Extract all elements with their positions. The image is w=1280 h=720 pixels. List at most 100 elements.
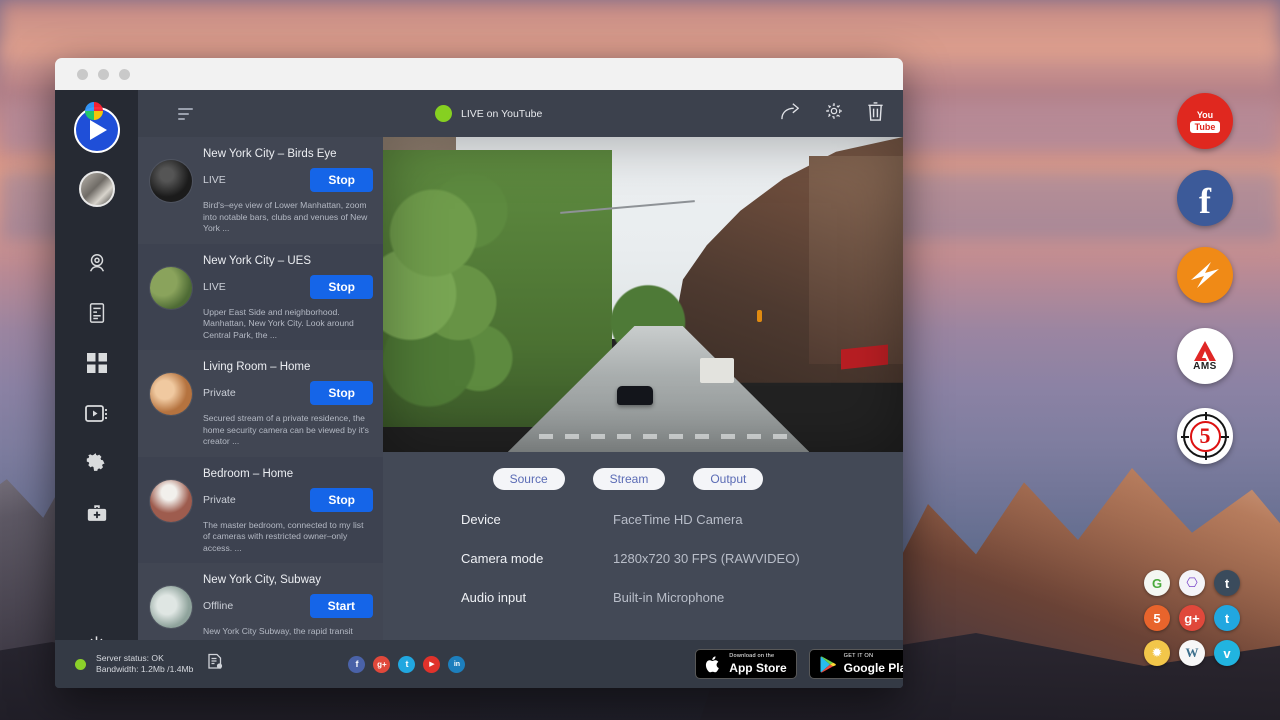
server-status-dot [75,659,86,670]
camera-status: LIVE [203,281,226,293]
facebook-icon[interactable]: f [1177,170,1233,226]
channel-five-icon[interactable]: 5 [1177,408,1233,464]
youtube-bottom-text: Tube [1190,121,1221,133]
youtube-icon[interactable]: You Tube [1177,93,1233,149]
sidebar-item-logs[interactable] [83,299,111,327]
app-google-plus-icon[interactable]: g+ [1179,605,1205,631]
minimize-button[interactable] [98,69,109,80]
sort-icon[interactable] [178,108,193,120]
social-links: f g+ t ▶ in [348,656,465,673]
log-document-icon[interactable] [207,653,223,675]
app-vimeo-icon[interactable]: v [1214,640,1240,666]
app-wordpress-icon[interactable]: W [1179,640,1205,666]
sidebar-item-tools[interactable] [83,499,111,527]
app-g-icon[interactable]: G [1144,570,1170,596]
twitter-link-icon[interactable]: t [398,656,415,673]
linkedin-link-icon[interactable]: in [448,656,465,673]
app-wordpress-glyph: W [1186,645,1199,661]
desktop-dock-small: G ⎔ t 5 g+ t ✹ W v [1130,560,1280,670]
camera-description: Upper East Side and neighborhood. Manhat… [203,307,373,342]
window-body: New York City – Birds Eye LIVE Stop Bird… [55,90,903,688]
facebook-glyph: f [1199,183,1211,219]
video-preview[interactable] [383,137,903,452]
info-value[interactable]: Built-in Microphone [613,590,724,605]
window-titlebar[interactable] [55,58,903,90]
youtube-glyph: ▶ [429,660,434,668]
adobe-ams-icon[interactable]: AMS [1177,328,1233,384]
status-bar: Server status: OK Bandwidth: 1.2Mb /1.4M… [55,640,903,688]
camera-title: New York City – UES [203,255,373,267]
trash-icon[interactable] [866,101,885,127]
document-icon [87,302,107,324]
info-value[interactable]: 1280x720 30 FPS (RAWVIDEO) [613,551,800,566]
linkedin-glyph: in [454,661,460,668]
app-store-badge[interactable]: Download on the App Store [695,649,796,679]
share-glyph [780,101,802,121]
youtube-link-icon[interactable]: ▶ [423,656,440,673]
camera-list[interactable]: New York City – Birds Eye LIVE Stop Bird… [138,137,383,688]
share-icon[interactable] [780,101,802,126]
list-item[interactable]: New York City – UES LIVE Stop Upper East… [138,244,383,351]
sidebar-item-settings[interactable] [83,449,111,477]
camera-action-button[interactable]: Stop [310,381,373,405]
info-label: Audio input [461,590,613,605]
youtube-top-text: You [1197,110,1213,120]
sidebar-item-playback[interactable] [83,399,111,427]
tab-output[interactable]: Output [693,468,763,490]
camera-thumbnail [150,586,192,628]
google-play-badge[interactable]: GET IT ON Google Play [809,649,903,679]
app-twitter-icon[interactable]: t [1214,605,1240,631]
app-logo-play-icon[interactable] [74,107,120,153]
camera-title: New York City, Subway [203,574,373,586]
app-twitter-glyph: t [1225,611,1229,626]
list-item[interactable]: Bedroom – Home Private Stop The master b… [138,457,383,564]
sidebar-item-cameras[interactable] [83,249,111,277]
channel-five-glyph: 5 [1200,423,1211,449]
app-tumblr-icon[interactable]: t [1214,570,1240,596]
live-status: LIVE on YouTube [435,105,542,122]
maximize-button[interactable] [119,69,130,80]
server-status: Server status: OK Bandwidth: 1.2Mb /1.4M… [75,653,223,675]
app-flare-icon[interactable]: ✹ [1144,640,1170,666]
camera-action-button[interactable]: Stop [310,488,373,512]
camera-description: The master bedroom, connected to my list… [203,520,373,555]
camera-thumbnail [150,160,192,202]
camera-action-button[interactable]: Start [310,594,373,618]
google-play-large-label: Google Play [844,662,903,674]
camera-thumbnail [150,267,192,309]
twitter-glyph: t [405,659,408,669]
user-avatar[interactable] [79,171,115,207]
app-twitch-icon[interactable]: ⎔ [1179,570,1205,596]
tab-stream[interactable]: Stream [593,468,666,490]
tab-source[interactable]: Source [493,468,565,490]
app-5-icon[interactable]: 5 [1144,605,1170,631]
wowza-icon[interactable] [1177,247,1233,303]
list-item[interactable]: Living Room – Home Private Stop Secured … [138,350,383,457]
info-value[interactable]: FaceTime HD Camera [613,512,743,527]
toolbox-icon [86,504,108,523]
trash-glyph [866,101,885,122]
facebook-link-icon[interactable]: f [348,656,365,673]
camera-thumbnail [150,480,192,522]
main-panel: LIVE on YouTube [383,90,903,688]
apple-icon [705,655,722,674]
camera-action-button[interactable]: Stop [310,168,373,192]
log-doc-glyph [207,653,223,670]
google-plus-link-icon[interactable]: g+ [373,656,390,673]
settings-tabs: Source Stream Output [383,452,873,490]
close-button[interactable] [77,69,88,80]
adobe-ams-label: AMS [1193,362,1217,372]
info-label: Camera mode [461,551,613,566]
info-row: Device FaceTime HD Camera [461,512,903,527]
list-item[interactable]: New York City – Birds Eye LIVE Stop Bird… [138,137,383,244]
app-store-badges: Download on the App Store GET IT ON Goog… [695,649,903,679]
google-play-small-label: GET IT ON [844,654,903,660]
camera-action-button[interactable]: Stop [310,275,373,299]
video-player-icon [85,404,109,423]
camera-status: Offline [203,600,233,612]
app-window: New York City – Birds Eye LIVE Stop Bird… [55,58,903,688]
sidebar-item-dashboard[interactable] [83,349,111,377]
gear-icon[interactable] [824,101,844,126]
camera-thumbnail [150,373,192,415]
app-twitch-glyph: ⎔ [1186,575,1197,591]
